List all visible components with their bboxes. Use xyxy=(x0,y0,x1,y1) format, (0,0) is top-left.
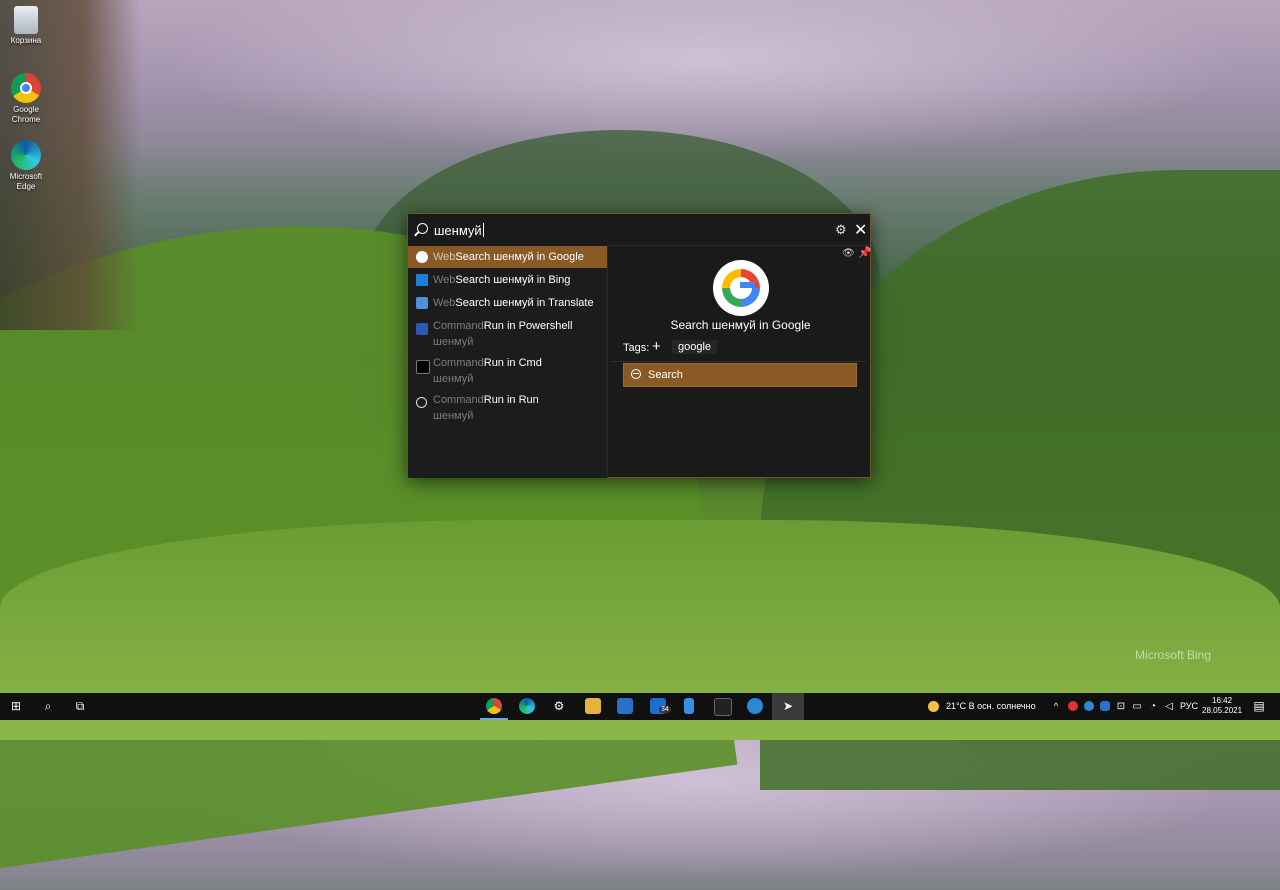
tag-chip[interactable]: google xyxy=(672,340,718,354)
add-tag-icon[interactable]: + xyxy=(652,338,661,355)
preview-title: Search шенмуй in Google xyxy=(670,318,811,332)
taskbar-explorer-icon[interactable] xyxy=(585,698,601,714)
taskbar-terminal-icon[interactable] xyxy=(714,698,732,716)
bing-watermark: Microsoft Bing xyxy=(1135,648,1212,662)
start-button[interactable]: ⊞ xyxy=(5,693,27,720)
recycle-bin-icon xyxy=(14,6,38,34)
bing-icon xyxy=(416,274,428,286)
tray-overflow-chevron-icon[interactable]: ^ xyxy=(1050,693,1062,720)
tags-label: Tags: xyxy=(623,342,650,354)
gear-icon[interactable]: ⚙ xyxy=(835,222,847,238)
cmd-icon xyxy=(416,360,430,374)
results-list: WebSearch шенмуй in Google WebSearch шен… xyxy=(408,245,608,478)
launcher-window: шенмуй ⚙ ✕ WebSearch шенмуй in Google We… xyxy=(407,213,872,478)
tray-wifi-icon[interactable]: ◔ xyxy=(1146,693,1160,720)
run-icon xyxy=(416,397,427,408)
result-item-translate[interactable]: WebSearch шенмуй in Translate xyxy=(408,292,607,314)
google-logo-icon xyxy=(713,260,769,316)
pin-icon[interactable]: 📌 xyxy=(858,246,872,259)
taskbar-edge-icon[interactable] xyxy=(519,698,535,714)
taskbar-launcher-icon[interactable]: ➤ xyxy=(772,693,804,720)
translate-icon xyxy=(416,297,428,309)
weather-text[interactable]: 21°C В осн. солнечно xyxy=(946,693,1036,720)
desktop-icon-chrome[interactable]: Google Chrome xyxy=(4,73,48,125)
tray-network-icon[interactable]: ⊡ xyxy=(1114,693,1128,720)
result-item-google[interactable]: WebSearch шенмуй in Google xyxy=(408,246,607,268)
clock[interactable]: 16:42 28.05.2021 xyxy=(1202,696,1242,716)
windows-logo-icon: ⊞ xyxy=(10,699,22,713)
google-icon xyxy=(416,251,428,263)
divider xyxy=(612,361,866,362)
desktop-icon-edge[interactable]: Microsoft Edge xyxy=(4,140,48,192)
taskbar-chrome-icon[interactable] xyxy=(486,698,502,714)
tray-volume-icon[interactable]: ◁ xyxy=(1162,693,1176,720)
clock-date: 28.05.2021 xyxy=(1202,706,1243,715)
tray-bluetooth-icon[interactable] xyxy=(1100,701,1110,711)
taskbar-phone-icon[interactable] xyxy=(684,698,694,714)
chrome-icon xyxy=(11,73,41,103)
preview-pane: 👁 📌 Search шенмуй in Google Tags: + goog… xyxy=(608,245,872,478)
powershell-icon xyxy=(416,323,428,335)
weather-sun-icon xyxy=(928,701,939,712)
language-indicator[interactable]: РУС xyxy=(1180,693,1198,720)
taskbar: ⊞ ⌕ ⧉ ⚙ 34 ➤ 21°C В осн. солнечно ^ ⊡ ▭ … xyxy=(0,693,1280,720)
search-icon xyxy=(417,223,428,234)
taskbar-store-icon[interactable] xyxy=(617,698,633,714)
taskbar-search-icon[interactable]: ⌕ xyxy=(38,693,58,720)
eye-icon[interactable]: 👁 xyxy=(842,248,855,259)
search-input[interactable]: шенмуй xyxy=(434,223,484,238)
search-action-button[interactable]: Search xyxy=(623,363,857,387)
close-icon[interactable]: ✕ xyxy=(854,220,867,240)
taskbar-settings-icon[interactable]: ⚙ xyxy=(550,693,568,720)
task-view-icon[interactable]: ⧉ xyxy=(70,693,90,720)
mail-badge: 34 xyxy=(659,706,671,713)
tray-edge-icon[interactable] xyxy=(1084,701,1094,711)
result-item-bing[interactable]: WebSearch шенмуй in Bing xyxy=(408,269,607,291)
desktop-icon-recycle-bin[interactable]: Корзина xyxy=(4,6,48,46)
tray-battery-icon[interactable]: ▭ xyxy=(1130,693,1144,720)
tray-app-icon[interactable] xyxy=(1068,701,1078,711)
edge-icon xyxy=(11,140,41,170)
search-bar: шенмуй ⚙ ✕ xyxy=(408,214,870,246)
search-action-icon xyxy=(631,369,641,379)
result-item-powershell[interactable]: CommandRun in Powershell шенмуй xyxy=(408,320,607,349)
result-item-run[interactable]: CommandRun in Run шенмуй xyxy=(408,394,607,423)
clock-time: 16:42 xyxy=(1212,696,1233,705)
result-item-cmd[interactable]: CommandRun in Cmd шенмуй xyxy=(408,357,607,386)
notification-icon[interactable]: ▤ xyxy=(1250,693,1268,720)
taskbar-telegram-icon[interactable] xyxy=(747,698,763,714)
text-caret xyxy=(482,223,484,237)
